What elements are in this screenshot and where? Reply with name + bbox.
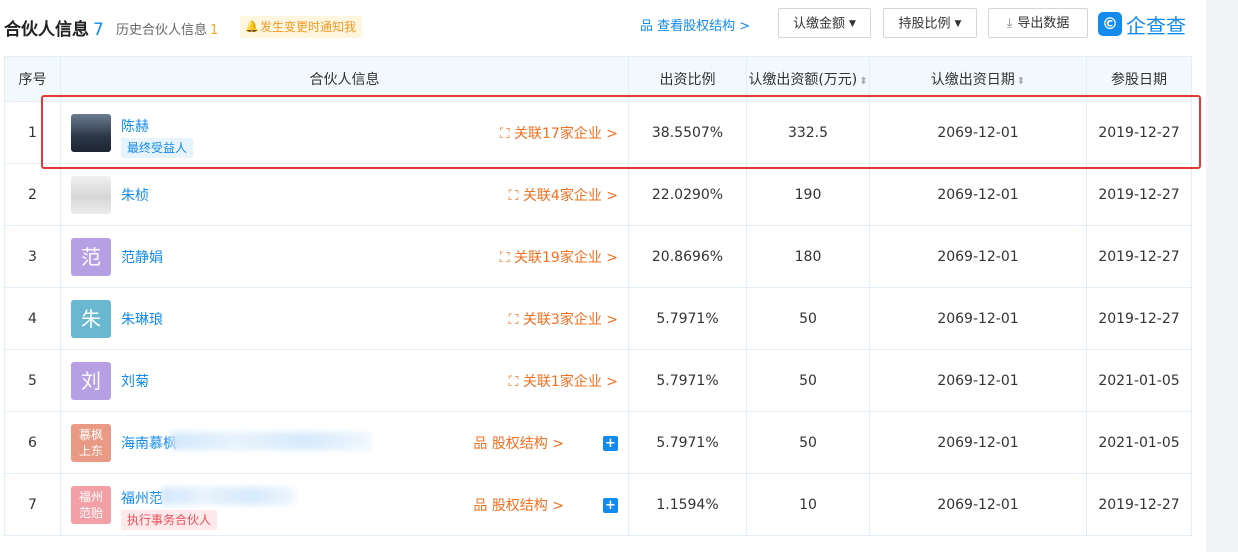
col-partner-info: 合伙人信息 (60, 56, 629, 102)
col-ratio: 出资比例 (628, 56, 747, 102)
equity-structure-link[interactable]: 品 股权结构 > (473, 495, 564, 515)
expand-plus-icon[interactable]: + (603, 436, 618, 451)
avatar[interactable] (71, 176, 111, 214)
download-icon: ⤓ (1006, 16, 1013, 31)
table-row: 6 慕枫 上东 海南慕枫 品 股权结构 > + 5.7971% 50 2069-1… (4, 411, 1192, 474)
org-chart-icon: 品 (640, 19, 658, 34)
section-title: 合伙人信息 7 (4, 20, 104, 40)
filter-ratio-dropdown[interactable]: 持股比例 ▼ (883, 8, 977, 38)
partner-count: 7 (93, 20, 104, 40)
col-join-date: 参股日期 (1086, 56, 1192, 102)
col-amount[interactable]: 认缴出资额(万元) ⬍ (746, 56, 870, 102)
table-row: 5 刘 刘菊 ⛶ 关联1家企业 > 5.7971% 50 2069-12-01 … (4, 349, 1192, 412)
network-icon: ⛶ (508, 374, 523, 390)
related-companies-link[interactable]: ⛶ 关联4家企业 > (509, 185, 618, 205)
table-row: 2 朱桢 ⛶ 关联4家企业 > 22.0290% 190 2069-12-01 … (4, 163, 1192, 226)
table-row: 1 陈赫 最终受益人 ⛶ 关联17家企业 > 38.5507% 332.5 20… (4, 101, 1192, 164)
caret-down-icon: ▼ (954, 19, 962, 29)
partner-name-link[interactable]: 海南慕枫 (121, 433, 177, 453)
related-companies-link[interactable]: ⛶ 关联1家企业 > (509, 371, 618, 391)
table-row: 3 范 范静娟 ⛶ 关联19家企业 > 20.8696% 180 2069-12… (4, 225, 1192, 288)
network-icon: ⛶ (499, 126, 514, 142)
filter-amount-dropdown[interactable]: 认缴金额 ▼ (778, 8, 871, 38)
notify-change-button[interactable]: 🔔 发生变更时通知我 (240, 16, 363, 38)
col-date[interactable]: 认缴出资日期 ⬍ (869, 56, 1087, 102)
table-header-row: 序号 合伙人信息 出资比例 认缴出资额(万元) ⬍ 认缴出资日期 ⬍ 参股日期 (4, 56, 1192, 102)
sort-icon[interactable]: ⬍ (859, 76, 867, 87)
avatar[interactable]: 朱 (71, 300, 111, 338)
related-companies-link[interactable]: ⛶ 关联17家企业 > (500, 123, 618, 143)
beneficiary-tag: 最终受益人 (121, 138, 194, 158)
bell-icon: 🔔 (245, 20, 259, 33)
org-chart-icon: 品 (473, 436, 492, 452)
partners-table: 序号 合伙人信息 出资比例 认缴出资额(万元) ⬍ 认缴出资日期 ⬍ 参股日期 1 … (4, 56, 1192, 536)
caret-down-icon: ▼ (849, 19, 856, 29)
expand-plus-icon[interactable]: + (603, 498, 618, 513)
executive-partner-tag: 执行事务合伙人 (121, 510, 218, 530)
sort-icon[interactable]: ⬍ (1017, 76, 1025, 87)
table-row: 7 福州 范贻 福州范 执行事务合伙人 品 股权结构 > + 1.1594% 10… (4, 473, 1192, 536)
col-index: 序号 (4, 56, 61, 102)
partner-name-link[interactable]: 范静娟 (121, 247, 163, 267)
company-avatar[interactable]: 福州 范贻 (71, 486, 111, 524)
history-partners-link[interactable]: 历史合伙人信息 1 (116, 19, 218, 38)
partner-name-link[interactable]: 陈赫 (121, 116, 149, 136)
partner-name-link[interactable]: 刘菊 (121, 371, 149, 391)
network-icon: ⛶ (508, 188, 523, 204)
logo-mark-icon: © (1098, 12, 1122, 36)
partner-name-link[interactable]: 朱桢 (121, 185, 149, 205)
avatar[interactable]: 刘 (71, 362, 111, 400)
equity-structure-link[interactable]: 品 股权结构 > (473, 433, 564, 453)
related-companies-link[interactable]: ⛶ 关联3家企业 > (509, 309, 618, 329)
view-equity-structure-link[interactable]: 品 查看股权结构 > (640, 15, 750, 34)
company-avatar[interactable]: 慕枫 上东 (71, 424, 111, 462)
org-chart-icon: 品 (473, 498, 492, 514)
scrollbar-track[interactable] (1206, 0, 1238, 552)
table-row: 4 朱 朱琳琅 ⛶ 关联3家企业 > 5.7971% 50 2069-12-01… (4, 287, 1192, 350)
network-icon: ⛶ (499, 250, 514, 266)
related-companies-link[interactable]: ⛶ 关联19家企业 > (500, 247, 618, 267)
redacted-text (161, 487, 296, 505)
avatar[interactable]: 范 (71, 238, 111, 276)
redacted-text (171, 432, 371, 450)
partner-name-link[interactable]: 福州范 (121, 488, 163, 508)
avatar[interactable] (71, 114, 111, 152)
partner-name-link[interactable]: 朱琳琅 (121, 309, 163, 329)
section-header: 合伙人信息 7 历史合伙人信息 1 🔔 发生变更时通知我 品 查看股权结构 > 认缴金… (0, 0, 1205, 56)
network-icon: ⛶ (508, 312, 523, 328)
export-data-button[interactable]: ⤓ 导出数据 (988, 8, 1088, 38)
